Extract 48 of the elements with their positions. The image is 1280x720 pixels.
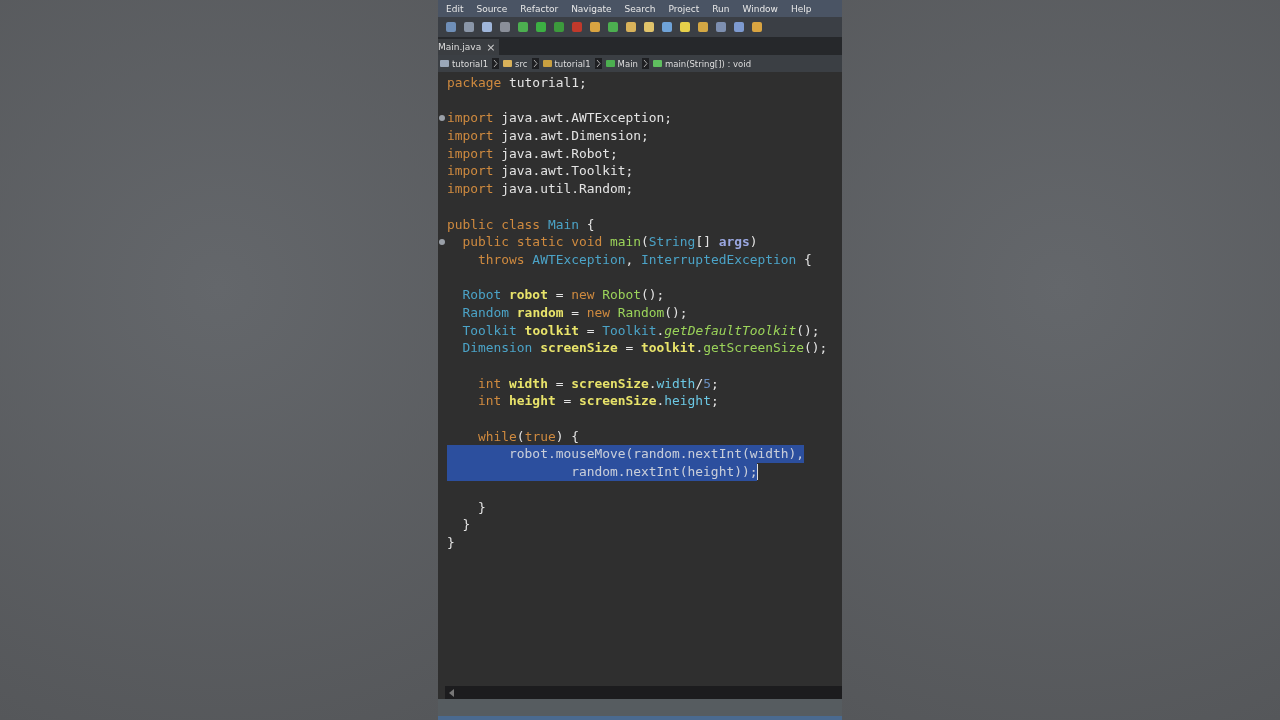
scroll-left-icon[interactable] bbox=[449, 688, 455, 697]
menu-item[interactable]: Search bbox=[624, 3, 656, 14]
menu-item[interactable]: Project bbox=[668, 3, 700, 14]
editor-tab[interactable]: Main.java × bbox=[438, 39, 500, 55]
fold-marker-icon[interactable] bbox=[439, 115, 445, 122]
chevron-icon bbox=[594, 58, 602, 69]
code-line: import java.awt.AWTException; bbox=[447, 109, 673, 128]
horizontal-scrollbar[interactable] bbox=[445, 686, 842, 699]
breadcrumb-item[interactable]: main(String[]) : void bbox=[652, 58, 752, 69]
code-line: while(true) { bbox=[477, 427, 579, 446]
chevron-icon bbox=[531, 58, 539, 69]
menu-item[interactable]: Window bbox=[742, 3, 778, 14]
menu-item[interactable]: Edit bbox=[446, 3, 464, 14]
code-line: Dimension screenSize = toolkit.getScreenSize(); bbox=[461, 339, 828, 357]
code-line: import java.awt.Dimension; bbox=[447, 127, 649, 145]
file-icon bbox=[503, 59, 513, 68]
code-line: } bbox=[461, 516, 471, 534]
menu-item[interactable]: Navigate bbox=[571, 3, 612, 14]
code-line: import java.awt.Robot; bbox=[447, 144, 618, 163]
code-line: public static void main(String[] args) bbox=[461, 233, 758, 251]
code-line: Random random = new Random(); bbox=[461, 303, 688, 322]
code-line: import java.util.Random; bbox=[447, 180, 634, 198]
menu-item[interactable]: Source bbox=[476, 3, 508, 14]
breadcrumb-item[interactable]: tutorial1 bbox=[440, 58, 489, 69]
breadcrumb-item[interactable]: Main bbox=[605, 58, 638, 69]
menu-item[interactable]: Refactor bbox=[520, 3, 559, 14]
menu-item[interactable]: Help bbox=[791, 3, 812, 14]
code-line: int width = screenSize.width/5; bbox=[477, 374, 719, 393]
code-line: throws AWTException, InterruptedException { bbox=[477, 250, 812, 269]
file-icon bbox=[652, 59, 662, 68]
code-line: int height = screenSize.height; bbox=[477, 392, 719, 411]
chevron-icon bbox=[492, 58, 500, 69]
code-line: public class Main { bbox=[447, 215, 595, 234]
code-line: package tutorial1; bbox=[447, 74, 587, 92]
breadcrumb-item[interactable]: tutorial1 bbox=[542, 58, 591, 69]
file-icon bbox=[542, 59, 552, 68]
code-line: } bbox=[447, 533, 455, 552]
file-icon bbox=[440, 59, 449, 68]
file-icon bbox=[605, 59, 615, 68]
chevron-icon bbox=[641, 58, 649, 69]
fold-marker-icon[interactable] bbox=[439, 239, 445, 246]
code-line: Toolkit toolkit = Toolkit.getDefaultToolkit(); bbox=[461, 321, 820, 340]
breadcrumb-item[interactable]: src bbox=[503, 58, 528, 69]
code-line: } bbox=[477, 498, 486, 517]
close-icon[interactable]: × bbox=[486, 40, 496, 54]
menu-item[interactable]: Run bbox=[712, 3, 730, 14]
code-line: Robot robot = new Robot(); bbox=[461, 286, 665, 304]
code-line: import java.awt.Toolkit; bbox=[447, 162, 634, 181]
